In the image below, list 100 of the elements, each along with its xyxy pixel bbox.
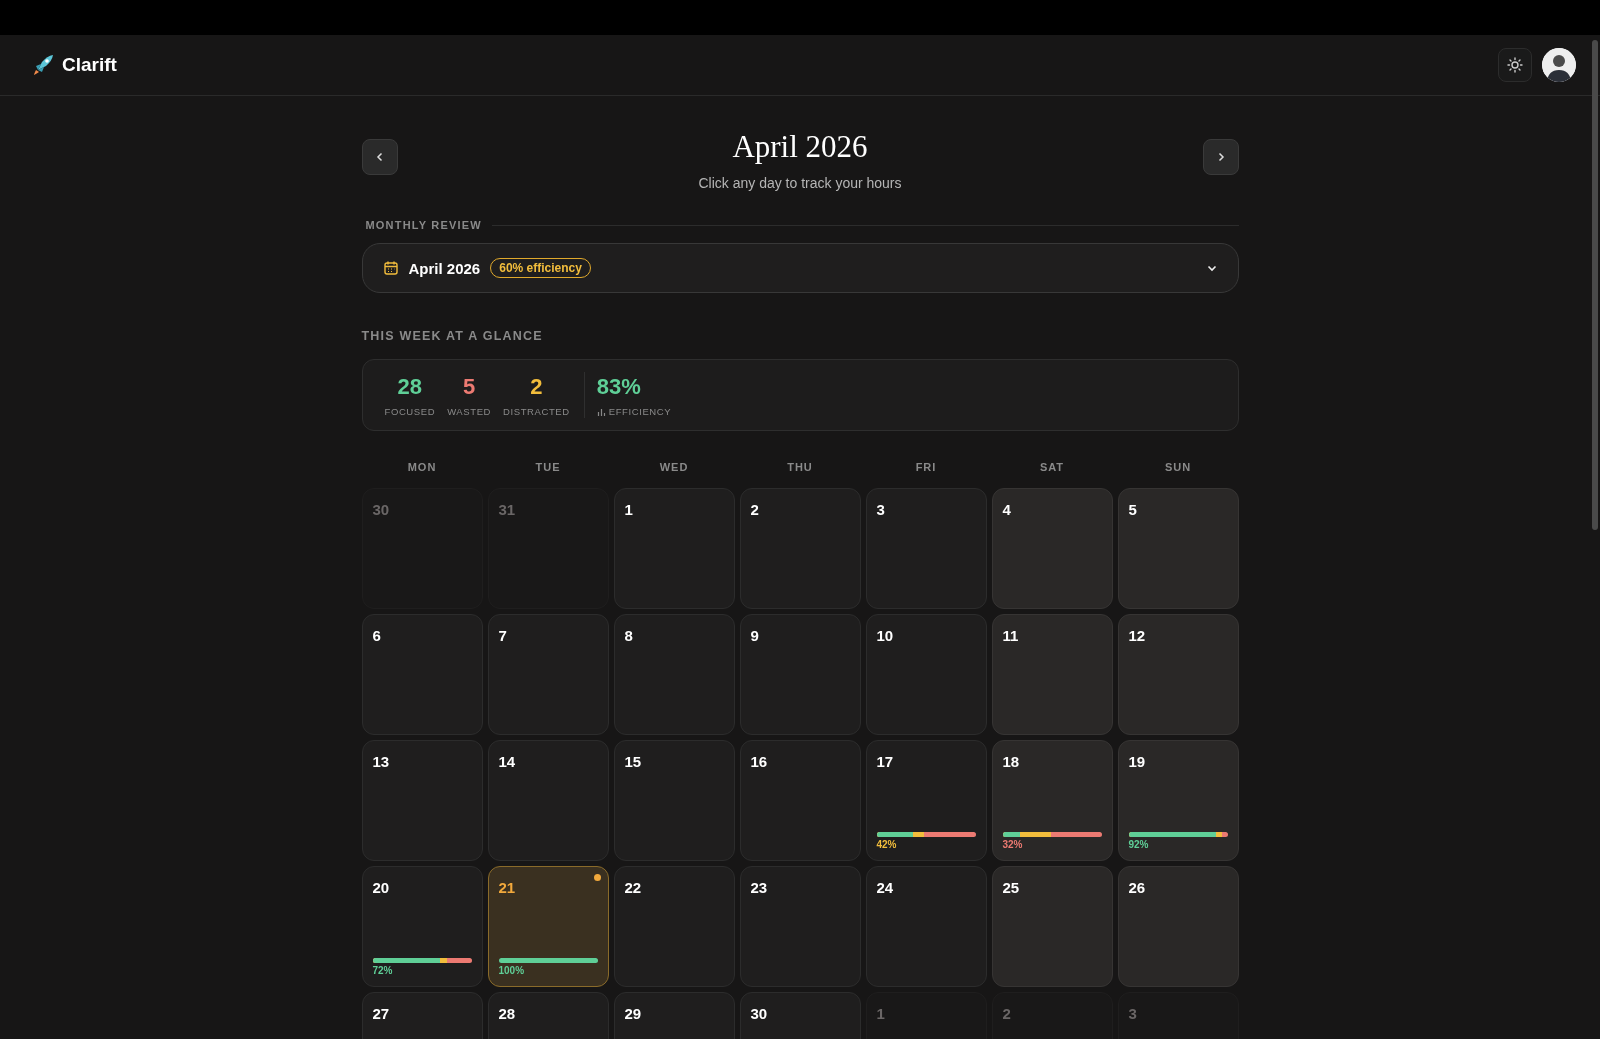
day-cell[interactable]: 5: [1117, 488, 1239, 609]
section-label: THIS WEEK AT A GLANCE: [361, 329, 544, 343]
day-cell[interactable]: 8: [613, 614, 735, 735]
day-number: 10: [876, 627, 894, 644]
stat-label: WASTED: [447, 405, 492, 417]
day-number: 15: [624, 753, 642, 770]
day-number: 6: [372, 627, 381, 644]
day-number: 26: [1128, 879, 1146, 896]
day-cell[interactable]: 6: [361, 614, 483, 735]
stat-label: DISTRACTED: [503, 405, 570, 417]
app-logo[interactable]: Clarift: [62, 54, 117, 76]
day-cell[interactable]: 10: [865, 614, 987, 735]
day-cell[interactable]: 27: [361, 992, 483, 1039]
day-number: 4: [1002, 501, 1011, 518]
day-cell[interactable]: 9: [739, 614, 861, 735]
day-number: 24: [876, 879, 894, 896]
section-label: MONTHLY REVIEW: [365, 219, 482, 231]
day-cell[interactable]: 18 32%: [991, 740, 1113, 861]
day-cell[interactable]: 14: [487, 740, 609, 861]
day-number: 23: [750, 879, 768, 896]
avatar[interactable]: [1542, 48, 1576, 82]
stat-value: 83%: [596, 373, 641, 400]
day-cell[interactable]: 26: [1117, 866, 1239, 987]
day-cell[interactable]: 29: [613, 992, 735, 1039]
day-cell[interactable]: 17 42%: [865, 740, 987, 861]
day-number: 3: [1128, 1005, 1137, 1022]
weekday-header: FRI: [914, 461, 938, 473]
day-number: 2: [1002, 1005, 1011, 1022]
day-cell[interactable]: 2: [739, 488, 861, 609]
weekday-header: SUN: [1163, 461, 1193, 473]
day-number: 25: [1002, 879, 1020, 896]
previous-month-button[interactable]: [361, 139, 398, 175]
sun-icon: [1507, 57, 1523, 73]
day-number: 18: [1002, 753, 1020, 770]
day-number: 8: [624, 627, 633, 644]
day-cell[interactable]: 24: [865, 866, 987, 987]
today-dot: [593, 874, 601, 881]
day-number: 3: [876, 501, 885, 518]
efficiency-percent: 92%: [1128, 839, 1149, 850]
day-number: 27: [372, 1005, 390, 1022]
day-number: 14: [498, 753, 516, 770]
day-number: 28: [498, 1005, 516, 1022]
day-number: 21: [498, 879, 516, 896]
day-number: 19: [1128, 753, 1146, 770]
weekday-header: WED: [658, 461, 690, 473]
day-cell[interactable]: 30: [739, 992, 861, 1039]
day-number: 13: [372, 753, 390, 770]
stat-value: 5: [462, 373, 476, 400]
day-cell[interactable]: 28: [487, 992, 609, 1039]
scrollbar[interactable]: [1592, 40, 1598, 530]
day-cell[interactable]: 11: [991, 614, 1113, 735]
day-cell[interactable]: 3: [865, 488, 987, 609]
day-cell[interactable]: 21 100%: [487, 866, 609, 987]
day-cell[interactable]: 22: [613, 866, 735, 987]
day-cell[interactable]: 12: [1117, 614, 1239, 735]
stat-label: FOCUSED: [384, 405, 436, 417]
day-cell[interactable]: 20 72%: [361, 866, 483, 987]
day-cell[interactable]: 1: [613, 488, 735, 609]
day-number: 29: [624, 1005, 642, 1022]
day-cell[interactable]: 23: [739, 866, 861, 987]
day-number: 16: [750, 753, 768, 770]
bar-chart-icon: [596, 406, 606, 416]
day-cell[interactable]: 15: [613, 740, 735, 861]
day-number: 22: [624, 879, 642, 896]
day-number: 30: [750, 1005, 768, 1022]
day-number: 31: [498, 501, 516, 518]
day-cell[interactable]: 4: [991, 488, 1113, 609]
day-cell[interactable]: 16: [739, 740, 861, 861]
day-number: 30: [372, 501, 390, 518]
day-number: 2: [750, 501, 759, 518]
stat-value: 2: [530, 373, 543, 400]
day-cell[interactable]: 13: [361, 740, 483, 861]
day-number: 1: [624, 501, 633, 518]
review-month: April 2026: [408, 259, 481, 277]
day-number: 1: [876, 1005, 885, 1022]
next-month-button[interactable]: [1202, 139, 1239, 175]
weekday-header: MON: [406, 461, 438, 473]
efficiency-percent: 72%: [372, 965, 393, 976]
weekday-header: TUE: [534, 461, 562, 473]
day-cell[interactable]: 19 92%: [1117, 740, 1239, 861]
day-cell[interactable]: 25: [991, 866, 1113, 987]
day-number: 5: [1128, 501, 1137, 518]
day-number: 12: [1128, 627, 1146, 644]
efficiency-percent: 32%: [1002, 839, 1023, 850]
subtitle: Click any day to track your hours: [698, 175, 902, 191]
efficiency-percent: 100%: [498, 965, 525, 976]
theme-toggle-button[interactable]: [1498, 48, 1532, 82]
stat-label: EFFICIENCY: [608, 405, 672, 417]
weekday-header: THU: [786, 461, 814, 473]
day-number: 9: [750, 627, 759, 644]
rocket-icon: [32, 54, 54, 76]
weekday-header: SAT: [1038, 461, 1066, 473]
monthly-review-dropdown[interactable]: April 2026 60% efficiency: [361, 243, 1239, 293]
month-title: April 2026: [732, 129, 868, 165]
stat-value: 28: [397, 373, 423, 400]
day-number: 7: [498, 627, 507, 644]
day-cell[interactable]: 7: [487, 614, 609, 735]
calendar-icon: [382, 260, 399, 276]
day-number: 20: [372, 879, 390, 896]
day-number: 17: [876, 753, 894, 770]
